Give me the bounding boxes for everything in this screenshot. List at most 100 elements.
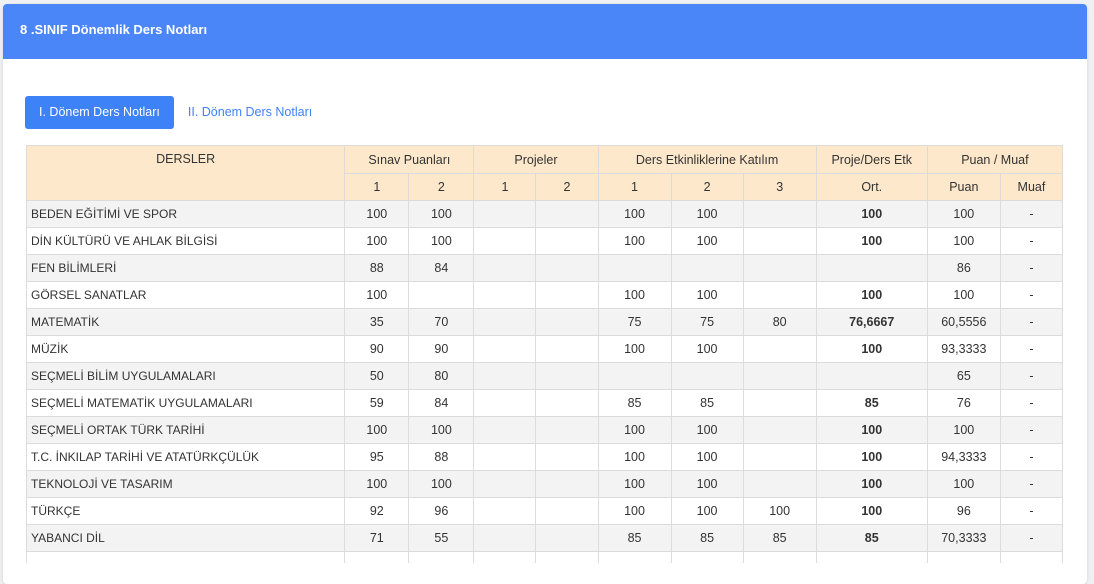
cell-sinav-2 [408,281,475,309]
cell-proje-1 [473,308,537,336]
cell-etk-1: 100 [597,227,672,255]
table-row: BEDEN EĞİTİMİ VE SPOR 100 100 100 100 100 100- [26,200,1063,228]
cell-muaf: - [999,443,1063,471]
cell-etk-2: 100 [670,416,744,444]
cell-etk-3 [742,551,817,563]
table-row: SEÇMELİ ORTAK TÜRK TARİHİ 100 100 100 100 100… [26,416,1063,444]
table-row: GÖRSEL SANATLAR 100 100 100 100 100- [26,281,1063,309]
cell-sinav-2: 100 [408,470,475,498]
header-sinav-puanlari: Sınav Puanları [344,145,475,174]
cell-etk-1 [597,551,672,563]
cell-ortalama [815,362,928,390]
cell-proje-2 [535,443,599,471]
cell-proje-1 [473,200,537,228]
cell-proje-1 [473,335,537,363]
grades-table-wrapper[interactable]: DERSLER Sınav Puanları Projeler Ders Etk… [26,145,1063,563]
cell-puan: 100 [926,227,1001,255]
cell-puan: 94,3333 [926,443,1001,471]
cell-etk-2: 100 [670,497,744,525]
cell-sinav-1 [344,551,410,563]
cell-etk-1: 75 [597,308,672,336]
cell-proje-1 [473,362,537,390]
cell-proje-1 [473,524,537,552]
cell-proje-2 [535,470,599,498]
cell-sinav-2: 100 [408,200,475,228]
cell-proje-2 [535,335,599,363]
cell-puan: 100 [926,200,1001,228]
cell-ders: TEKNOLOJİ VE TASARIM [26,470,346,498]
cell-puan: 96 [926,497,1001,525]
cell-sinav-1: 100 [344,416,410,444]
cell-sinav-1: 100 [344,200,410,228]
cell-etk-3: 100 [742,497,817,525]
cell-ders: DİN KÜLTÜRÜ VE AHLAK BİLGİSİ [26,227,346,255]
table-row: TÜRKÇE 92 96 100 100 100 100 96- [26,497,1063,525]
cell-etk-3 [742,389,817,417]
cell-ders: T.C. İNKILAP TARİHİ VE ATATÜRKÇÜLÜK [26,443,346,471]
cell-proje-2 [535,281,599,309]
cell-sinav-1: 59 [344,389,410,417]
cell-puan: 70,3333 [926,524,1001,552]
cell-ders: FEN BİLİMLERİ [26,254,346,282]
cell-puan: 86 [926,254,1001,282]
cell-etk-1: 100 [597,470,672,498]
subheader-ort: Ort. [815,173,928,201]
cell-ders: SEÇMELİ BİLİM UYGULAMALARI [26,362,346,390]
cell-etk-3 [742,470,817,498]
table-row: TEKNOLOJİ VE TASARIM 100 100 100 100 100 100- [26,470,1063,498]
cell-etk-2: 85 [670,389,744,417]
cell-proje-2 [535,497,599,525]
table-row: SEÇMELİ MATEMATİK UYGULAMALARI 59 84 85 85 85… [26,389,1063,417]
cell-ortalama: 100 [815,200,928,228]
subheader-proje-2: 2 [535,173,599,201]
cell-proje-2 [535,227,599,255]
tab-term-2[interactable]: II. Dönem Ders Notları [174,96,326,129]
cell-proje-1 [473,497,537,525]
table-row: DİN KÜLTÜRÜ VE AHLAK BİLGİSİ 100 100 100 100… [26,227,1063,255]
cell-ortalama: 100 [815,335,928,363]
grades-table-body: BEDEN EĞİTİMİ VE SPOR 100 100 100 100 100 100-… [26,200,1063,563]
grades-card: 8 .SINIF Dönemlik Ders Notları I. Dönem … [3,4,1087,584]
cell-sinav-1: 100 [344,281,410,309]
cell-proje-1 [473,281,537,309]
cell-etk-2: 100 [670,443,744,471]
cell-sinav-2 [408,551,475,563]
cell-ders [26,551,346,563]
cell-ortalama: 100 [815,227,928,255]
term-tabs: I. Dönem Ders Notları II. Dönem Ders Not… [25,96,326,129]
cell-sinav-2: 100 [408,227,475,255]
cell-proje-2 [535,200,599,228]
cell-puan: 60,5556 [926,308,1001,336]
cell-etk-3 [742,227,817,255]
cell-puan: 100 [926,281,1001,309]
page-title: 8 .SINIF Dönemlik Ders Notları [20,22,208,37]
tab-term-1[interactable]: I. Dönem Ders Notları [25,96,174,129]
cell-etk-1: 100 [597,443,672,471]
cell-etk-3: 80 [742,308,817,336]
subheader-sinav-1: 1 [344,173,410,201]
cell-proje-1 [473,389,537,417]
cell-ortalama: 85 [815,389,928,417]
cell-etk-1: 100 [597,281,672,309]
cell-puan [926,551,1001,563]
cell-sinav-2: 70 [408,308,475,336]
cell-etk-3 [742,335,817,363]
table-row: YABANCI DİL 71 55 85 85 85 85 70,3333- [26,524,1063,552]
cell-muaf: - [999,308,1063,336]
cell-etk-1: 85 [597,524,672,552]
cell-ders: MATEMATİK [26,308,346,336]
cell-etk-2: 100 [670,200,744,228]
cell-etk-1: 85 [597,389,672,417]
cell-ortalama: 100 [815,497,928,525]
cell-proje-1 [473,470,537,498]
cell-proje-2 [535,416,599,444]
cell-ders: MÜZİK [26,335,346,363]
cell-muaf: - [999,254,1063,282]
cell-etk-2: 75 [670,308,744,336]
cell-sinav-2: 84 [408,254,475,282]
cell-proje-1 [473,254,537,282]
cell-muaf: - [999,497,1063,525]
cell-etk-3: 85 [742,524,817,552]
cell-puan: 93,3333 [926,335,1001,363]
cell-ortalama: 76,6667 [815,308,928,336]
